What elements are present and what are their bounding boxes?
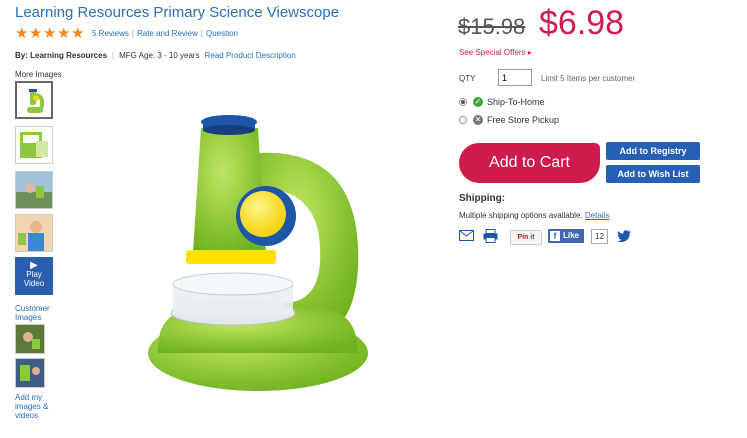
star-rating: ★ ★ ★ ★ ★ [15, 26, 85, 41]
shipping-details-link[interactable]: Details [585, 211, 609, 220]
email-icon[interactable] [459, 229, 474, 247]
old-price: $15.98 [458, 14, 526, 39]
customer-images-label: Customer Images [15, 304, 50, 322]
mfg-age: MFG Age: 3 - 10 years [119, 51, 200, 60]
rate-review-link[interactable]: Rate and Review [137, 29, 198, 38]
thumbnail-2[interactable] [15, 126, 53, 164]
play-icon: ▶ [30, 260, 38, 271]
star-icon: ★ [43, 25, 57, 42]
rating-row: ★ ★ ★ ★ ★ 5 Reviews | Rate and Review | … [15, 26, 238, 41]
divider: | [131, 29, 134, 38]
special-offers-link[interactable]: See Special Offers ▸ [459, 48, 532, 57]
star-icon: ★ [29, 25, 43, 42]
brand-text: By: Learning Resources [15, 51, 108, 60]
qty-limit-text: Limit 5 Items per customer [541, 74, 636, 83]
star-icon: ★ [71, 25, 85, 42]
facebook-like-button[interactable]: f Like [548, 229, 585, 243]
thumbnail-1[interactable] [15, 81, 53, 119]
product-title: Learning Resources Primary Science Views… [15, 4, 340, 21]
facebook-icon: f [550, 231, 560, 241]
shipping-info: Multiple shipping options available. Det… [459, 211, 609, 220]
play-label: Play [26, 270, 42, 279]
twitter-icon[interactable] [617, 229, 631, 247]
byline: By: Learning Resources | MFG Age: 3 - 10… [15, 51, 296, 60]
thumbnail-4[interactable] [15, 214, 53, 252]
qty-input[interactable] [498, 69, 532, 86]
shipping-text: Multiple shipping options available. [459, 211, 583, 220]
like-label: Like [563, 231, 580, 240]
read-description-link[interactable]: Read Product Description [205, 51, 296, 60]
star-icon: ★ [15, 25, 29, 42]
print-icon[interactable] [483, 229, 498, 248]
thumbnail-3[interactable] [15, 171, 53, 209]
x-icon: ✕ [473, 115, 483, 125]
play-video-button[interactable]: ▶ Play Video [15, 257, 53, 295]
reviews-link[interactable]: 5 Reviews [92, 29, 129, 38]
store-pickup-option[interactable]: ✕ Free Store Pickup [459, 115, 559, 125]
radio-selected[interactable] [459, 98, 467, 106]
divider: | [200, 29, 203, 38]
customer-thumbnail-1[interactable] [15, 324, 45, 354]
add-to-cart-button[interactable]: Add to Cart [459, 143, 600, 183]
customer-thumbnail-2[interactable] [15, 358, 45, 388]
more-images-label: More Images [15, 70, 62, 79]
divider: | [112, 51, 115, 60]
ship-to-home-label: Ship-To-Home [487, 97, 545, 107]
product-image [108, 108, 368, 413]
star-icon: ★ [57, 25, 71, 42]
ship-to-home-option[interactable]: ✓ Ship-To-Home [459, 97, 545, 107]
store-pickup-label: Free Store Pickup [487, 115, 560, 125]
qty-label: QTY [459, 74, 476, 83]
shipping-heading: Shipping: [459, 193, 506, 204]
pinit-button[interactable]: Pin it [510, 230, 542, 245]
question-link[interactable]: Question [206, 29, 238, 38]
add-to-wishlist-button[interactable]: Add to Wish List [606, 165, 700, 183]
radio-unselected[interactable] [459, 116, 467, 124]
add-to-registry-button[interactable]: Add to Registry [606, 142, 700, 160]
add-images-link[interactable]: Add my images & videos [15, 393, 60, 420]
like-count: 12 [591, 229, 608, 244]
check-icon: ✓ [473, 97, 483, 107]
sale-price: $6.98 [539, 4, 625, 42]
video-label: Video [23, 279, 45, 288]
